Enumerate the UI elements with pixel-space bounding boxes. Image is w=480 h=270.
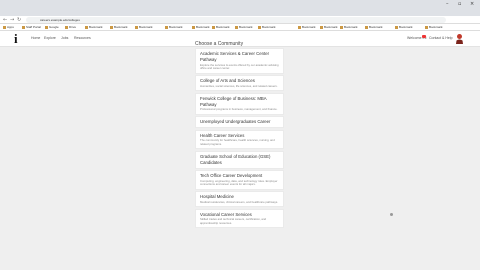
bookmark-label: Bookmark (262, 25, 276, 29)
bookmark-icon (22, 25, 25, 29)
bookmark-label: Bookmark (302, 25, 316, 29)
community-card[interactable]: Graduate School of Education (GSE) Candi… (195, 150, 284, 169)
bookmark-item[interactable]: Bookmark (395, 25, 413, 30)
browser-tab-strip: – ▫ × (0, 0, 480, 16)
bookmark-item[interactable]: Apps (3, 25, 14, 30)
bookmark-label: Apps (7, 25, 14, 29)
close-icon[interactable]: × (470, 1, 474, 7)
notification-badge-icon[interactable] (422, 35, 426, 38)
community-card[interactable]: Health Career Services The community for… (195, 129, 284, 149)
back-icon[interactable]: ← (3, 16, 7, 24)
contact-help-link[interactable]: Contact & Help (429, 36, 453, 41)
bookmarks-bar: Apps Staff Portal Google Drive Bookmark … (0, 24, 480, 31)
bookmark-label: Bookmark (139, 25, 153, 29)
bookmark-icon (365, 25, 368, 29)
nav-home[interactable]: Home (31, 36, 40, 41)
bookmark-item[interactable]: Bookmark (85, 25, 103, 30)
bookmark-item[interactable]: Bookmark (135, 25, 153, 30)
bookmark-label: Bookmark (344, 25, 358, 29)
bookmark-label: Bookmark (114, 25, 128, 29)
bookmark-label: Bookmark (399, 25, 413, 29)
community-card[interactable]: Tech Office Career Development Computing… (195, 170, 284, 190)
bookmark-icon (165, 25, 168, 29)
community-list: Academic Services & Career Center Pathwa… (195, 48, 284, 230)
bookmark-label: Bookmark (369, 25, 383, 29)
url-field[interactable]: careers.example.edu/colleges (26, 17, 446, 23)
bookmark-item[interactable]: Bookmark (235, 25, 253, 30)
bookmark-label: Google (49, 25, 59, 29)
bookmark-icon (298, 25, 301, 29)
bookmark-item[interactable]: Google (45, 25, 59, 30)
bookmark-icon (85, 25, 88, 29)
card-title: Fenwick College of Business: MBA Pathway (200, 95, 267, 107)
forward-icon[interactable]: → (10, 16, 14, 24)
card-description: Computing, engineering, data, and techno… (200, 178, 278, 186)
bookmark-item[interactable]: Bookmark (340, 25, 358, 30)
page-title: Choose a Community (195, 41, 244, 47)
bookmark-label: Staff Portal (26, 25, 41, 29)
bookmark-icon (320, 25, 323, 29)
bookmark-icon (340, 25, 343, 29)
reload-icon[interactable]: ↻ (17, 16, 21, 24)
bookmark-item[interactable]: Bookmark (320, 25, 338, 30)
bookmark-icon (212, 25, 215, 29)
card-description: Medical residencies, clinical careers, a… (200, 199, 279, 204)
bookmark-label: Bookmark (169, 25, 183, 29)
bookmark-icon (395, 25, 398, 29)
bookmark-item[interactable]: Bookmark (365, 25, 383, 30)
bookmark-item[interactable]: Bookmark (258, 25, 276, 30)
bookmark-label: Bookmark (196, 25, 210, 29)
bookmark-item[interactable]: Staff Portal (22, 25, 41, 30)
card-description: The community for healthcare, health sci… (200, 138, 275, 146)
card-description: Explore the services & events offered by… (200, 62, 279, 70)
bookmark-icon (235, 25, 238, 29)
bookmark-label: Bookmark (216, 25, 230, 29)
bookmark-item[interactable]: Bookmark (298, 25, 316, 30)
bookmark-icon (425, 25, 428, 29)
bookmark-item[interactable]: Bookmark (425, 25, 443, 30)
card-description: Humanities, social sciences, life scienc… (200, 83, 278, 88)
maximize-icon[interactable]: ▫ (458, 1, 461, 7)
community-card[interactable]: Fenwick College of Business: MBA Pathway… (195, 92, 284, 115)
bookmark-icon (192, 25, 195, 29)
bookmark-icon (110, 25, 113, 29)
bookmark-label: Bookmark (239, 25, 253, 29)
nav-resources[interactable]: Resources (74, 36, 91, 41)
bookmark-label: Drive (69, 25, 77, 29)
community-card[interactable]: Hospital Medicine Medical residencies, c… (195, 191, 284, 207)
community-card[interactable]: Academic Services & Career Center Pathwa… (195, 48, 284, 74)
bookmark-label: Bookmark (429, 25, 443, 29)
bookmark-icon (135, 25, 138, 29)
card-description: Skilled trades and technical careers, ce… (200, 217, 267, 225)
community-card[interactable]: College of Arts and Sciences Humanities,… (195, 75, 284, 91)
bookmark-icon (258, 25, 261, 29)
bookmark-item[interactable]: Bookmark (212, 25, 230, 30)
bookmark-item[interactable]: Bookmark (192, 25, 210, 30)
bookmark-icon (45, 25, 48, 29)
bookmark-icon (3, 25, 6, 29)
community-card[interactable]: Unemployed Undergraduates Career (195, 116, 284, 128)
nav-jobs[interactable]: Jobs (61, 36, 68, 41)
card-title: Academic Services & Career Center Pathwa… (200, 51, 270, 62)
bookmark-item[interactable]: Bookmark (165, 25, 183, 30)
site-logo[interactable]: i (14, 32, 18, 46)
nav-explore[interactable]: Explore (44, 36, 56, 41)
card-title: Unemployed Undergraduates Career (200, 119, 271, 124)
community-card[interactable]: Vocational Career Services Skilled trade… (195, 208, 284, 228)
card-description: Professional programs in business, manag… (200, 107, 278, 111)
bookmark-icon (65, 25, 68, 29)
avatar[interactable] (455, 33, 464, 44)
cursor-indicator (390, 213, 393, 216)
card-title: Graduate School of Education (GSE) Candi… (200, 153, 271, 165)
minimize-icon[interactable]: – (446, 1, 449, 7)
bookmark-label: Bookmark (324, 25, 338, 29)
bookmark-item[interactable]: Bookmark (110, 25, 128, 30)
bookmark-item[interactable]: Drive (65, 25, 76, 30)
address-bar-row: ← → ↻ careers.example.edu/colleges (0, 16, 480, 24)
bookmark-label: Bookmark (89, 25, 103, 29)
